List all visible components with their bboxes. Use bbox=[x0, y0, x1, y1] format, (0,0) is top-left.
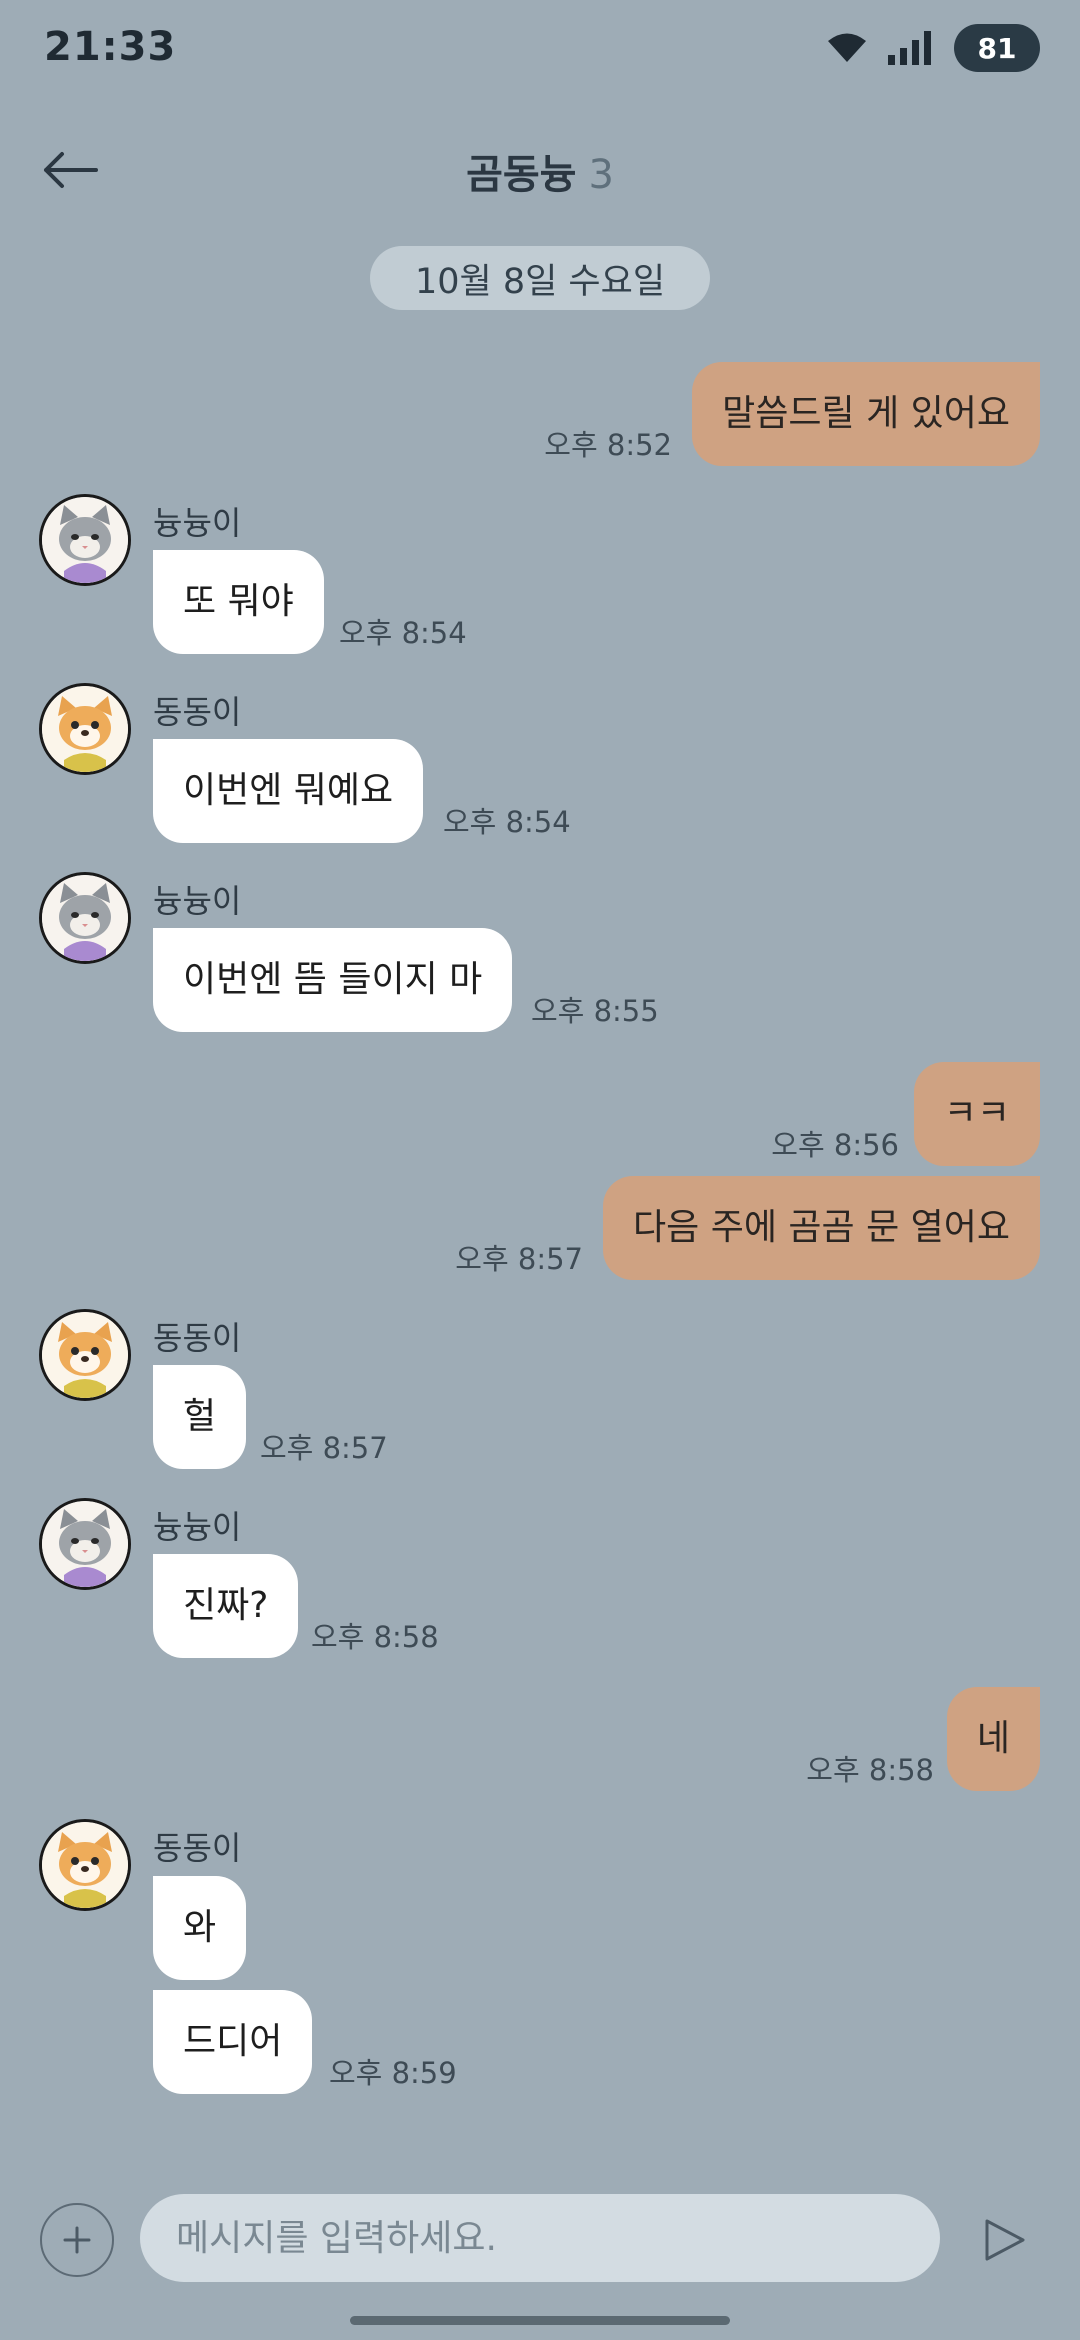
send-icon bbox=[985, 2219, 1025, 2261]
dog-avatar[interactable] bbox=[39, 1819, 131, 1911]
incoming-message-bubble[interactable]: 또 뭐야 bbox=[153, 550, 324, 654]
cat-avatar-image bbox=[42, 497, 128, 583]
message-time: 오후 8:54 bbox=[443, 805, 571, 839]
incoming-message-bubble[interactable]: 와 bbox=[153, 1876, 247, 1980]
sender-name: 동동이 bbox=[153, 693, 242, 731]
message-input[interactable] bbox=[140, 2194, 940, 2282]
incoming-message-bubble[interactable]: 이번엔 뜸 들이지 마 bbox=[153, 928, 513, 1032]
message-time: 오후 8:57 bbox=[260, 1431, 388, 1465]
message-time: 오후 8:58 bbox=[311, 1620, 439, 1654]
home-indicator bbox=[350, 2316, 730, 2325]
outgoing-message-bubble[interactable]: 말씀드릴 게 있어요 bbox=[692, 362, 1040, 466]
sender-name: 동동이 bbox=[153, 1829, 242, 1867]
send-button[interactable] bbox=[975, 2210, 1035, 2270]
cat-avatar[interactable] bbox=[39, 494, 131, 586]
cat-avatar-image bbox=[42, 875, 128, 961]
dog-avatar-image bbox=[42, 686, 128, 772]
incoming-message-bubble[interactable]: 헐 bbox=[153, 1365, 247, 1469]
message-time: 오후 8:57 bbox=[455, 1242, 583, 1276]
plus-icon bbox=[63, 2226, 91, 2254]
sender-name: 늉늉이 bbox=[153, 504, 242, 542]
dog-avatar-image bbox=[42, 1822, 128, 1908]
outgoing-message-bubble[interactable]: 다음 주에 곰곰 문 열어요 bbox=[603, 1176, 1040, 1280]
sender-name: 늉늉이 bbox=[153, 882, 242, 920]
add-attachment-button[interactable] bbox=[40, 2203, 114, 2277]
cat-avatar-image bbox=[42, 1501, 128, 1587]
dog-avatar-image bbox=[42, 1312, 128, 1398]
outgoing-message-bubble[interactable]: 네 bbox=[946, 1687, 1040, 1791]
message-time: 오후 8:52 bbox=[544, 428, 672, 462]
incoming-message-bubble[interactable]: 드디어 bbox=[153, 1990, 313, 2094]
incoming-message-bubble[interactable]: 이번엔 뭐예요 bbox=[153, 739, 424, 843]
sender-name: 늉늉이 bbox=[153, 1508, 242, 1546]
message-time: 오후 8:59 bbox=[329, 2056, 457, 2090]
dog-avatar[interactable] bbox=[39, 1309, 131, 1401]
message-input-bar bbox=[0, 2180, 1080, 2300]
message-list: 말씀드릴 게 있어요 오후 8:52 늉늉이 또 뭐야 오후 8:54 동동이 … bbox=[0, 0, 1080, 2340]
sender-name: 동동이 bbox=[153, 1319, 242, 1357]
message-time: 오후 8:55 bbox=[531, 994, 659, 1028]
message-time: 오후 8:56 bbox=[771, 1128, 899, 1162]
cat-avatar[interactable] bbox=[39, 1498, 131, 1590]
cat-avatar[interactable] bbox=[39, 872, 131, 964]
message-time: 오후 8:58 bbox=[806, 1753, 934, 1787]
incoming-message-bubble[interactable]: 진짜? bbox=[153, 1554, 299, 1658]
outgoing-message-bubble[interactable]: ㅋㅋ bbox=[913, 1062, 1040, 1166]
message-time: 오후 8:54 bbox=[339, 616, 467, 650]
dog-avatar[interactable] bbox=[39, 683, 131, 775]
